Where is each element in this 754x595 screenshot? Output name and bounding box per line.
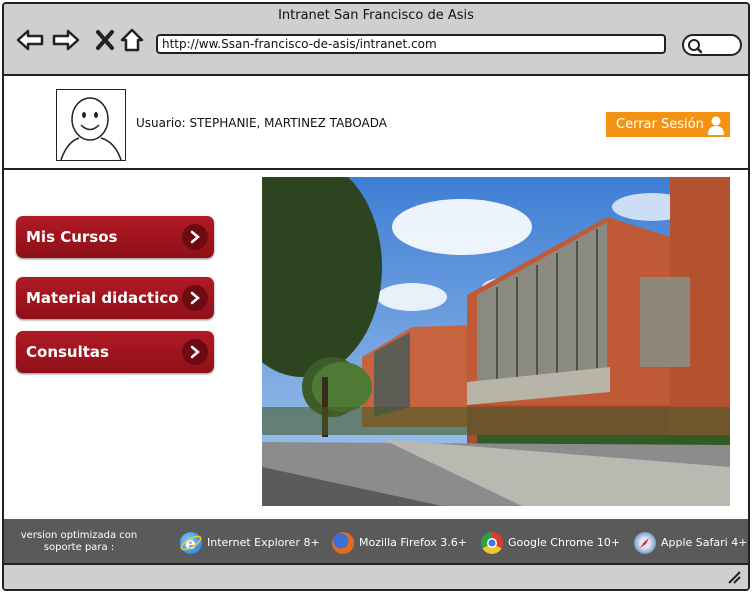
browser-label: Mozilla Firefox 3.6+ — [359, 536, 468, 549]
supported-browser-safari: Apple Safari 4+ — [634, 530, 747, 556]
chevron-right-icon — [182, 285, 208, 311]
browser-support-note: version optimizada con soporte para : — [20, 530, 138, 553]
chevron-right-icon — [182, 224, 208, 250]
school-building-photo — [262, 177, 730, 506]
safari-icon — [634, 532, 656, 554]
browser-status-bar — [4, 563, 748, 589]
logout-button[interactable]: Cerrar Sesión — [606, 112, 730, 137]
menu-button-label: Material didactico — [26, 289, 179, 307]
browser-label: Internet Explorer 8+ — [207, 536, 320, 549]
stop-icon[interactable] — [92, 26, 120, 54]
url-input[interactable]: http://ww.Ssan-francisco-de-asis/intrane… — [156, 34, 666, 54]
menu-button-consultas[interactable]: Consultas — [16, 331, 214, 373]
logout-label: Cerrar Sesión — [616, 117, 704, 132]
back-icon[interactable] — [16, 26, 44, 54]
resize-grip-icon[interactable] — [726, 569, 742, 585]
menu-button-mis-cursos[interactable]: Mis Cursos — [16, 216, 214, 258]
search-icon — [688, 39, 703, 54]
menu-button-label: Mis Cursos — [26, 228, 118, 246]
user-face-icon — [60, 97, 122, 161]
chevron-right-icon — [182, 339, 208, 365]
menu-button-material-didactico[interactable]: Material didactico — [16, 277, 214, 319]
window-title: Intranet San Francisco de Asis — [278, 8, 474, 23]
supported-browser-ie: e Internet Explorer 8+ — [180, 530, 320, 556]
forward-icon[interactable] — [52, 26, 80, 54]
firefox-icon — [332, 532, 354, 554]
supported-browser-firefox: Mozilla Firefox 3.6+ — [332, 530, 467, 556]
user-icon — [708, 116, 724, 135]
browser-label: Google Chrome 10+ — [508, 536, 621, 549]
browser-window: Intranet San Francisco de Asis http://ww… — [2, 2, 750, 591]
chrome-icon — [481, 532, 503, 554]
home-icon[interactable] — [118, 26, 146, 54]
browser-toolbar: Intranet San Francisco de Asis http://ww… — [4, 4, 748, 76]
menu-button-label: Consultas — [26, 343, 109, 361]
footer-bar: version optimizada con soporte para : e … — [4, 519, 748, 565]
browser-search-input[interactable] — [682, 34, 742, 56]
internet-explorer-icon: e — [180, 532, 202, 554]
avatar — [56, 89, 126, 161]
page-header: Usuario: STEPHANIE, MARTINEZ TABOADA Cer… — [4, 76, 748, 170]
supported-browser-chrome: Google Chrome 10+ — [481, 530, 620, 556]
user-name-label: Usuario: STEPHANIE, MARTINEZ TABOADA — [136, 116, 387, 130]
browser-label: Apple Safari 4+ — [661, 536, 748, 549]
